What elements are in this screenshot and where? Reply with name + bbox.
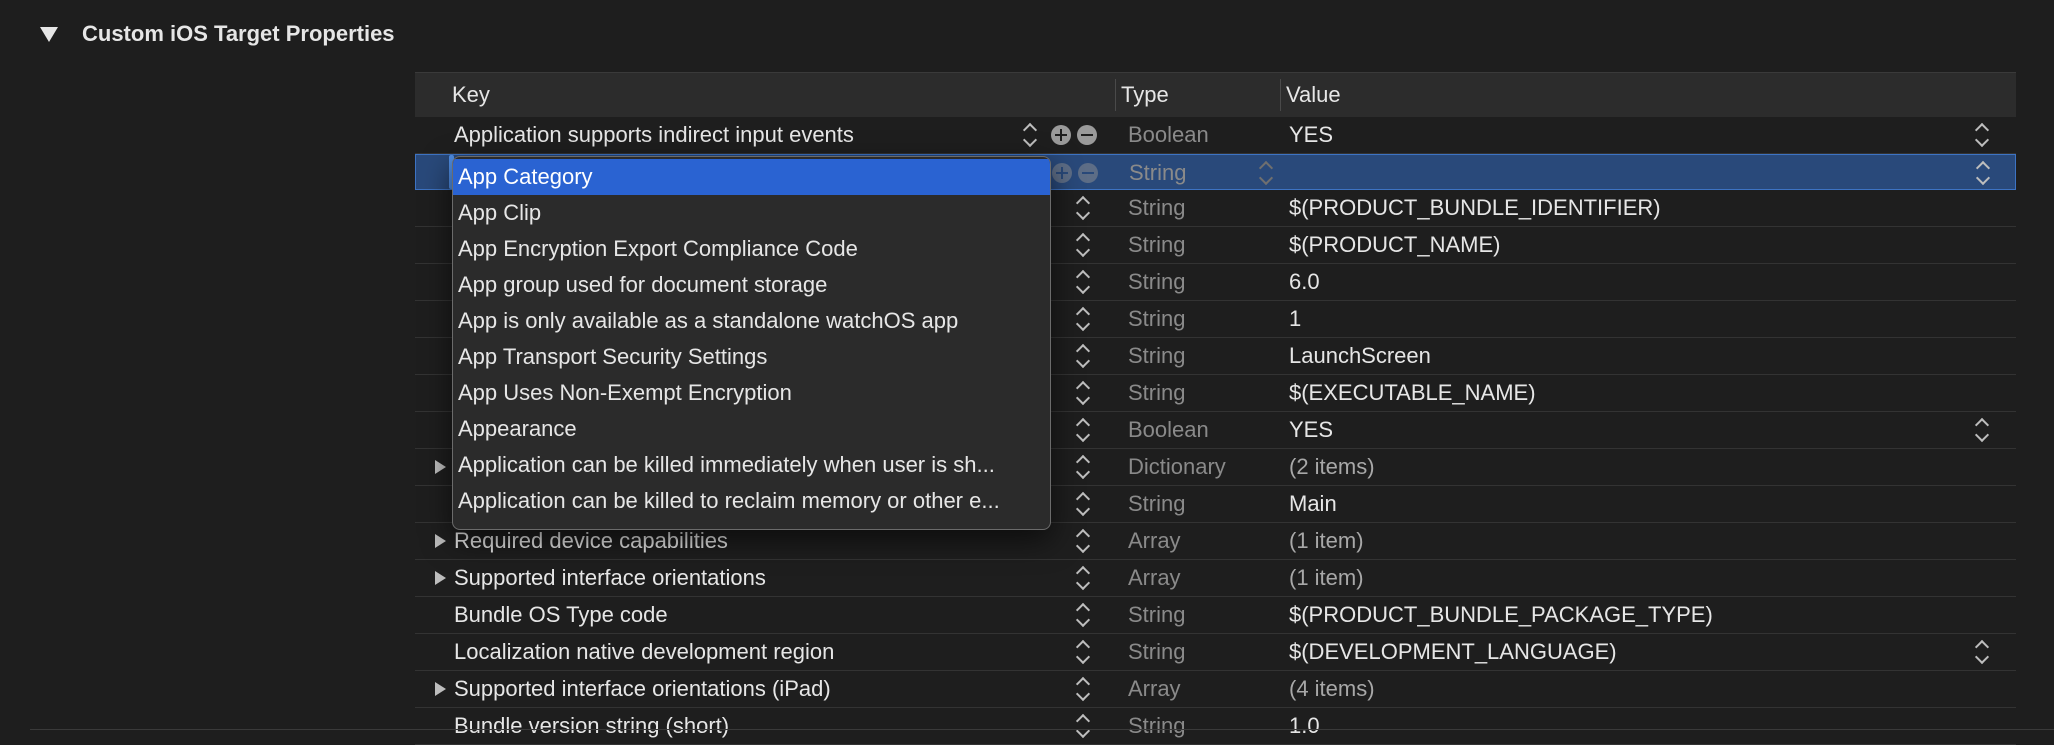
key-stepper-icon[interactable] xyxy=(1076,527,1090,555)
table-row[interactable]: Supported interface orientations Array (… xyxy=(415,560,2016,597)
divider xyxy=(30,729,2054,730)
row-type[interactable]: Dictionary xyxy=(1128,449,1226,485)
key-stepper-icon[interactable] xyxy=(1076,194,1090,222)
key-stepper-icon[interactable] xyxy=(1076,490,1090,518)
column-header-value[interactable]: Value xyxy=(1286,73,1341,117)
row-type[interactable]: String xyxy=(1129,155,1186,191)
disclosure-triangle-icon[interactable] xyxy=(40,26,58,42)
table-row[interactable]: Application supports indirect input even… xyxy=(415,117,2016,154)
row-value[interactable]: $(PRODUCT_BUNDLE_PACKAGE_TYPE) xyxy=(1289,597,1713,633)
menu-item-appearance[interactable]: Appearance xyxy=(453,411,1050,447)
menu-item-app-group-storage[interactable]: App group used for document storage xyxy=(453,267,1050,303)
add-row-icon[interactable] xyxy=(1051,125,1071,145)
row-value: (2 items) xyxy=(1289,454,1375,479)
row-type[interactable]: String xyxy=(1128,486,1185,522)
column-divider[interactable] xyxy=(1280,79,1281,111)
menu-item-standalone-watchos[interactable]: App is only available as a standalone wa… xyxy=(453,303,1050,339)
table-row[interactable]: Bundle OS Type code String $(PRODUCT_BUN… xyxy=(415,597,2016,634)
remove-row-icon[interactable] xyxy=(1078,163,1098,183)
row-value[interactable]: $(PRODUCT_NAME) xyxy=(1289,227,1500,263)
row-type[interactable]: String xyxy=(1128,375,1185,411)
key-stepper-icon[interactable] xyxy=(1076,379,1090,407)
menu-item-app-category[interactable]: App Category xyxy=(453,159,1050,195)
row-value[interactable]: YES xyxy=(1289,412,1333,448)
row-value: (1 item) xyxy=(1289,565,1364,590)
menu-item-non-exempt-encryption[interactable]: App Uses Non-Exempt Encryption xyxy=(453,375,1050,411)
row-type[interactable]: Boolean xyxy=(1128,117,1209,153)
table-row[interactable]: Localization native development region S… xyxy=(415,634,2016,671)
menu-item-killed-immediately[interactable]: Application can be killed immediately wh… xyxy=(453,447,1050,483)
key-stepper-icon[interactable] xyxy=(1076,564,1090,592)
row-type[interactable]: String xyxy=(1128,190,1185,226)
row-type[interactable]: String xyxy=(1128,597,1185,633)
row-type[interactable]: String xyxy=(1128,338,1185,374)
row-value: (4 items) xyxy=(1289,676,1375,701)
key-stepper-icon[interactable] xyxy=(1076,268,1090,296)
row-key[interactable]: Application supports indirect input even… xyxy=(454,117,854,153)
key-stepper-icon[interactable] xyxy=(1076,638,1090,666)
column-header-type[interactable]: Type xyxy=(1121,73,1169,117)
value-stepper-icon[interactable] xyxy=(1975,638,1989,666)
row-key[interactable]: Localization native development region xyxy=(454,634,834,670)
row-value[interactable]: 6.0 xyxy=(1289,264,1320,300)
expand-triangle-icon[interactable] xyxy=(435,682,446,696)
row-type[interactable]: String xyxy=(1128,301,1185,337)
expand-triangle-icon[interactable] xyxy=(435,534,446,548)
row-value[interactable]: LaunchScreen xyxy=(1289,338,1431,374)
key-stepper-icon[interactable] xyxy=(1076,342,1090,370)
row-type[interactable]: Array xyxy=(1128,671,1181,707)
menu-item-app-clip[interactable]: App Clip xyxy=(453,195,1050,231)
column-header-key[interactable]: Key xyxy=(452,73,490,117)
row-key[interactable]: Bundle version string (short) xyxy=(454,708,729,744)
menu-item-app-encryption-export[interactable]: App Encryption Export Compliance Code xyxy=(453,231,1050,267)
add-row-icon[interactable] xyxy=(1052,163,1072,183)
key-autocomplete-menu[interactable]: App Category App Clip App Encryption Exp… xyxy=(452,156,1051,530)
table-row[interactable]: Supported interface orientations (iPad) … xyxy=(415,671,2016,708)
expand-triangle-icon[interactable] xyxy=(435,460,446,474)
row-value[interactable]: $(PRODUCT_BUNDLE_IDENTIFIER) xyxy=(1289,190,1661,226)
row-type[interactable]: Boolean xyxy=(1128,412,1209,448)
row-value[interactable]: YES xyxy=(1289,117,1333,153)
section-title: Custom iOS Target Properties xyxy=(82,21,395,46)
menu-item-killed-reclaim-memory[interactable]: Application can be killed to reclaim mem… xyxy=(453,483,1050,519)
row-type[interactable]: String xyxy=(1128,227,1185,263)
key-stepper-icon[interactable] xyxy=(1076,416,1090,444)
row-value[interactable]: 1.0 xyxy=(1289,708,1320,744)
key-stepper-icon[interactable] xyxy=(1076,712,1090,740)
type-stepper-icon[interactable] xyxy=(1259,159,1273,187)
remove-row-icon[interactable] xyxy=(1077,125,1097,145)
menu-item-app-transport-security[interactable]: App Transport Security Settings xyxy=(453,339,1050,375)
row-value[interactable]: 1 xyxy=(1289,301,1301,337)
row-type[interactable]: String xyxy=(1128,264,1185,300)
value-stepper-icon[interactable] xyxy=(1975,121,1989,149)
row-type[interactable]: String xyxy=(1128,634,1185,670)
expand-triangle-icon[interactable] xyxy=(435,571,446,585)
value-stepper-icon[interactable] xyxy=(1976,159,1990,187)
row-value: (1 item) xyxy=(1289,528,1364,553)
table-header: Key Type Value xyxy=(415,72,2016,117)
table-row[interactable]: Bundle version string (short) String 1.0 xyxy=(415,708,2016,745)
row-type[interactable]: Array xyxy=(1128,560,1181,596)
value-stepper-icon[interactable] xyxy=(1975,416,1989,444)
row-type[interactable]: Array xyxy=(1128,523,1181,559)
row-key[interactable]: Supported interface orientations (iPad) xyxy=(454,671,831,707)
key-stepper-icon[interactable] xyxy=(1076,453,1090,481)
row-value[interactable]: $(DEVELOPMENT_LANGUAGE) xyxy=(1289,634,1617,670)
section-header[interactable]: Custom iOS Target Properties xyxy=(40,18,395,50)
key-stepper-icon[interactable] xyxy=(1076,675,1090,703)
row-key[interactable]: Supported interface orientations xyxy=(454,560,766,596)
column-divider[interactable] xyxy=(1115,79,1116,111)
key-stepper-icon[interactable] xyxy=(1076,305,1090,333)
key-stepper-icon[interactable] xyxy=(1076,601,1090,629)
key-stepper-icon[interactable] xyxy=(1023,121,1037,149)
row-type[interactable]: String xyxy=(1128,708,1185,744)
row-key[interactable]: Bundle OS Type code xyxy=(454,597,668,633)
row-value[interactable]: Main xyxy=(1289,486,1337,522)
row-value[interactable]: $(EXECUTABLE_NAME) xyxy=(1289,375,1536,411)
key-stepper-icon[interactable] xyxy=(1076,231,1090,259)
